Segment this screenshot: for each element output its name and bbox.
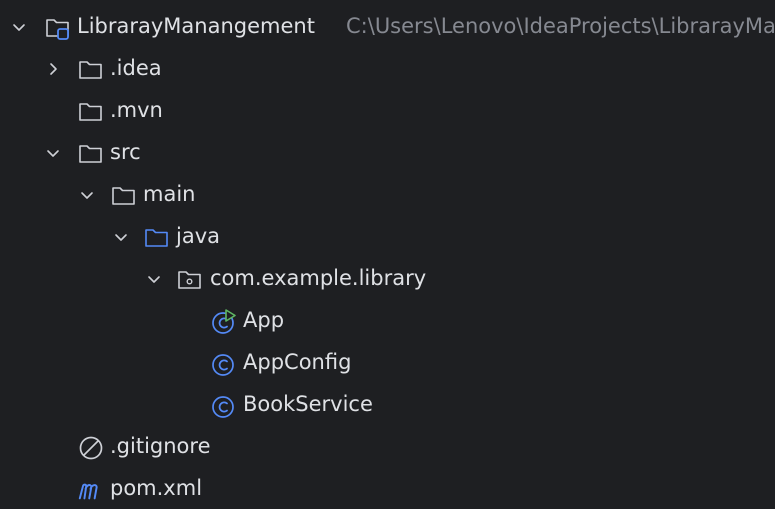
class-icon [212, 354, 234, 376]
tree-row-package[interactable]: com.example.library [0, 258, 775, 300]
tree-row-app[interactable]: App [0, 300, 775, 342]
tree-row-idea[interactable]: .idea [0, 48, 775, 90]
chevron-down-icon[interactable] [80, 188, 94, 202]
tree-row-project-root[interactable]: LibrarayManangement C:\Users\Lenovo\Idea… [0, 6, 775, 48]
project-folder-icon [46, 19, 69, 40]
folder-icon [79, 145, 102, 163]
chevron-down-icon[interactable] [46, 146, 60, 160]
tree-row-mvn[interactable]: .mvn [0, 90, 775, 132]
maven-icon [78, 483, 98, 500]
chevron-down-icon[interactable] [12, 20, 26, 34]
tree-label-mvn: .mvn [110, 98, 163, 122]
source-root-folder-icon [145, 229, 168, 247]
class-icon [212, 396, 234, 418]
tree-label-gitignore: .gitignore [110, 434, 211, 458]
folder-icon [79, 103, 102, 121]
tree-label-bookservice: BookService [243, 392, 373, 416]
tree-row-java[interactable]: java [0, 216, 775, 258]
chevron-down-icon[interactable] [147, 272, 161, 286]
ignore-file-icon [79, 436, 103, 460]
project-tree: LibrarayManangement C:\Users\Lenovo\Idea… [0, 0, 775, 509]
chevron-right-icon[interactable] [46, 62, 60, 76]
tree-row-pom[interactable]: pom.xml [0, 468, 775, 509]
project-name: LibrarayManangement [77, 14, 315, 38]
chevron-down-icon[interactable] [114, 230, 128, 244]
tree-row-bookservice[interactable]: BookService [0, 384, 775, 426]
tree-label-idea: .idea [110, 56, 162, 80]
tree-label-app: App [243, 308, 285, 332]
folder-icon [112, 187, 135, 205]
project-path: C:\Users\Lenovo\IdeaProjects\LibrarayMan… [346, 14, 775, 38]
folder-icon [79, 61, 102, 79]
tree-label-main: main [143, 182, 196, 206]
tree-row-gitignore[interactable]: .gitignore [0, 426, 775, 468]
tree-label-src: src [110, 140, 141, 164]
tree-row-appconfig[interactable]: AppConfig [0, 342, 775, 384]
tree-row-main[interactable]: main [0, 174, 775, 216]
runnable-class-icon [212, 309, 236, 334]
tree-row-src[interactable]: src [0, 132, 775, 174]
tree-label-package: com.example.library [210, 266, 427, 290]
tree-label-pom: pom.xml [110, 476, 203, 500]
tree-label-appconfig: AppConfig [243, 350, 352, 374]
tree-label-java: java [176, 224, 220, 248]
package-icon [178, 271, 201, 289]
